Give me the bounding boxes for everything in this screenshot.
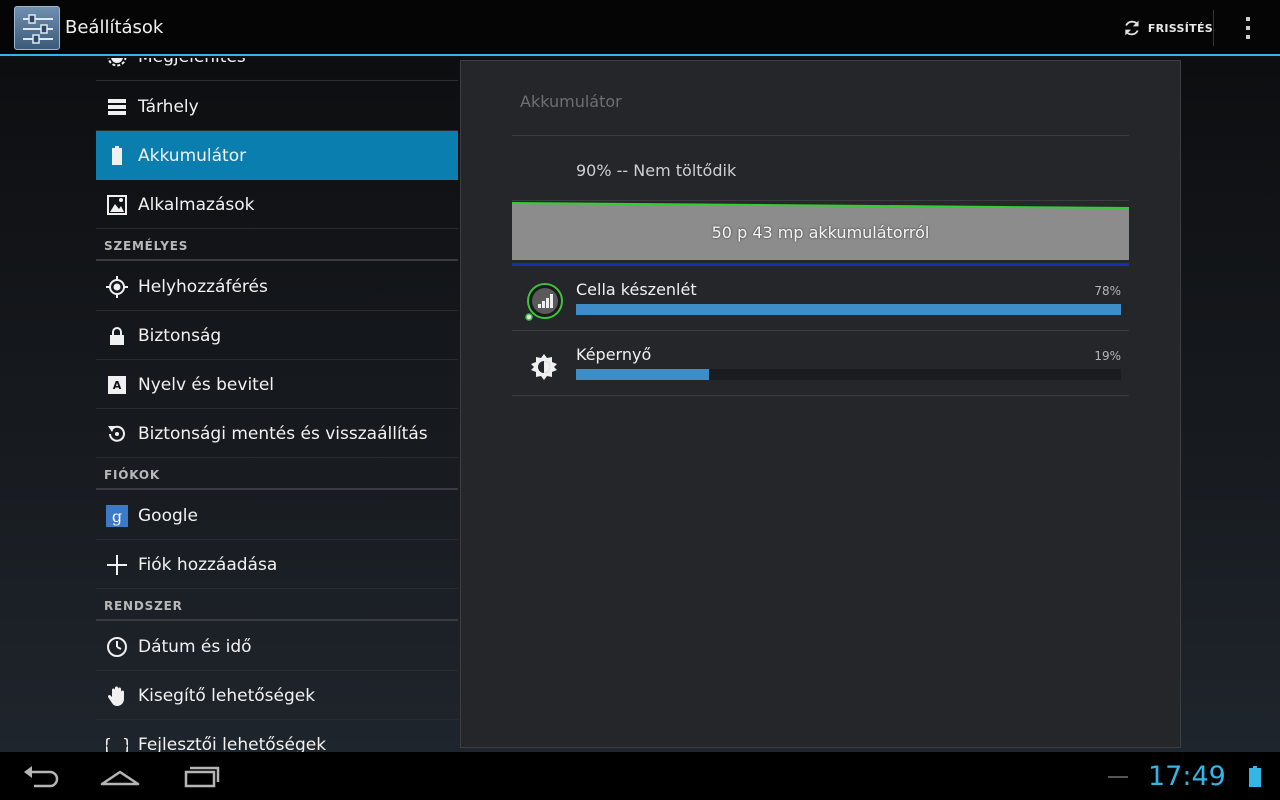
google-icon: g xyxy=(106,505,128,527)
usage-item-cell-standby[interactable]: Cella készenlét 78% xyxy=(512,266,1129,331)
settings-item-battery[interactable]: Akkumulátor xyxy=(96,131,458,180)
divider xyxy=(512,135,1129,136)
settings-item-label: Fejlesztői lehetőségek xyxy=(138,735,327,752)
battery-icon xyxy=(106,145,128,167)
app-title: Beállítások xyxy=(65,17,164,38)
settings-item-label: Fiók hozzáadása xyxy=(138,555,278,575)
clock-icon xyxy=(106,636,128,658)
settings-item-label: Tárhely xyxy=(138,97,199,117)
lock-icon xyxy=(106,325,128,347)
recent-apps-icon xyxy=(184,766,220,788)
back-button[interactable] xyxy=(20,762,64,790)
usage-bar-track xyxy=(576,304,1121,315)
section-header-personal: SZEMÉLYES xyxy=(96,229,458,261)
settings-item-label: Nyelv és bevitel xyxy=(138,375,275,395)
usage-bar-fill xyxy=(576,369,709,380)
language-icon: A xyxy=(106,374,128,396)
settings-item-label: Google xyxy=(138,506,198,526)
settings-item-label: Akkumulátor xyxy=(138,146,247,166)
settings-item-backup[interactable]: Biztonsági mentés és visszaállítás xyxy=(96,409,458,458)
section-header-accounts: FIÓKOK xyxy=(96,458,458,490)
settings-item-date-time[interactable]: Dátum és idő xyxy=(96,622,458,671)
refresh-label: FRISSÍTÉS xyxy=(1147,21,1213,35)
action-bar: Beállítások FRISSÍTÉS xyxy=(0,0,1280,56)
settings-item-location[interactable]: Helyhozzáférés xyxy=(96,262,458,311)
settings-item-label: Alkalmazások xyxy=(138,195,255,215)
clock[interactable]: 17:49 xyxy=(1148,761,1226,792)
svg-text:{ }: { } xyxy=(106,736,128,752)
settings-item-display[interactable]: Megjelenítés xyxy=(96,58,458,81)
usage-item-screen[interactable]: Képernyő 19% xyxy=(512,331,1129,396)
plus-icon xyxy=(106,554,128,576)
home-button[interactable] xyxy=(98,762,142,790)
battery-status-text: 90% -- Nem töltődik xyxy=(576,161,737,180)
usage-item-name: Képernyő xyxy=(576,345,652,364)
settings-item-add-account[interactable]: Fiók hozzáadása xyxy=(96,540,458,589)
battery-history-graph[interactable]: 50 p 43 mp akkumulátorról xyxy=(512,202,1129,260)
detail-title: Akkumulátor xyxy=(520,92,622,111)
settings-app-icon[interactable] xyxy=(14,6,60,50)
settings-item-language[interactable]: A Nyelv és bevitel xyxy=(96,360,458,409)
usage-item-percent: 78% xyxy=(1094,284,1121,298)
usage-item-percent: 19% xyxy=(1094,349,1121,363)
settings-item-label: Helyhozzáférés xyxy=(138,277,268,297)
settings-item-label: Kisegítő lehetőségek xyxy=(138,686,316,706)
battery-duration-label: 50 p 43 mp akkumulátorról xyxy=(711,223,930,242)
usage-item-name: Cella készenlét xyxy=(576,280,697,299)
settings-item-accessibility[interactable]: Kisegítő lehetőségek xyxy=(96,671,458,720)
cell-standby-icon xyxy=(522,280,566,324)
settings-item-developer-options[interactable]: { } Fejlesztői lehetőségek xyxy=(96,720,458,752)
apps-icon xyxy=(106,194,128,216)
battery-status-icon[interactable] xyxy=(1248,766,1262,788)
back-icon xyxy=(24,766,59,788)
display-icon xyxy=(106,58,128,68)
settings-item-google[interactable]: g Google xyxy=(96,491,458,540)
backup-icon xyxy=(106,423,128,445)
svg-text:g: g xyxy=(112,507,122,526)
screen-brightness-icon xyxy=(522,345,566,389)
settings-item-label: Biztonság xyxy=(138,326,222,346)
navigation-bar: 17:49 xyxy=(0,752,1280,800)
usage-bar-fill xyxy=(576,304,1121,315)
refresh-icon xyxy=(1125,20,1139,36)
braces-icon: { } xyxy=(106,734,128,752)
overflow-menu-icon xyxy=(1246,17,1250,39)
divider xyxy=(512,200,1129,201)
settings-item-security[interactable]: Biztonság xyxy=(96,311,458,360)
home-icon xyxy=(100,770,140,786)
notification-dash-icon xyxy=(1108,776,1128,778)
settings-item-label: Biztonsági mentés és visszaállítás xyxy=(138,424,428,444)
location-icon xyxy=(106,276,128,298)
recent-apps-button[interactable] xyxy=(180,762,224,790)
svg-text:A: A xyxy=(113,379,122,392)
battery-level-line xyxy=(512,202,1129,209)
refresh-button[interactable]: FRISSÍTÉS xyxy=(1118,10,1214,46)
storage-icon xyxy=(106,96,128,118)
hand-icon xyxy=(106,685,128,707)
settings-item-apps[interactable]: Alkalmazások xyxy=(96,180,458,229)
settings-item-label: Dátum és idő xyxy=(138,637,252,657)
settings-item-storage[interactable]: Tárhely xyxy=(96,82,458,131)
section-header-system: RENDSZER xyxy=(96,589,458,621)
usage-bar-track xyxy=(576,369,1121,380)
settings-list[interactable]: Megjelenítés Tárhely Akkumulátor Alkalma… xyxy=(96,58,458,752)
settings-item-label: Megjelenítés xyxy=(138,58,246,67)
battery-detail-panel: Akkumulátor 90% -- Nem töltődik 50 p 43 … xyxy=(460,60,1181,748)
overflow-menu-button[interactable] xyxy=(1234,12,1262,44)
